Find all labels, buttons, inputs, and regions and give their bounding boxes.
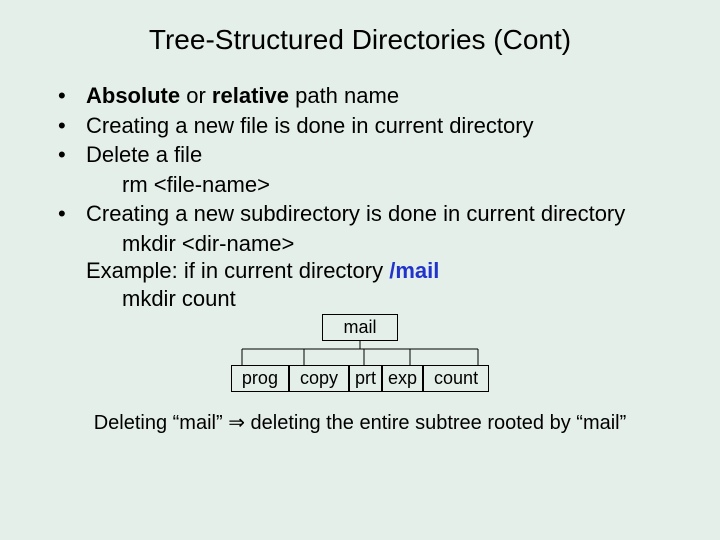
tree-connector: [220, 341, 500, 365]
tree-child-exp: exp: [382, 365, 423, 392]
tree-child-copy: copy: [289, 365, 349, 392]
tree-child-count: count: [423, 365, 489, 392]
example-line: Example: if in current directory /mail: [86, 257, 690, 285]
bullet-text: Absolute or relative path name: [86, 82, 690, 110]
bullet-3: • Delete a file: [58, 141, 690, 169]
example-pre: Example: if in current directory: [86, 258, 389, 283]
bullet-mark: •: [58, 112, 86, 140]
bullet-mark: •: [58, 200, 86, 228]
code-mkdir-count: mkdir count: [122, 285, 690, 313]
bold-absolute: Absolute: [86, 83, 180, 108]
slide-title: Tree-Structured Directories (Cont): [30, 24, 690, 56]
footer-post: deleting the entire subtree rooted by “m…: [245, 412, 626, 434]
bold-relative: relative: [212, 83, 289, 108]
bullet-text: Creating a new subdirectory is done in c…: [86, 200, 690, 228]
tree-child-prt: prt: [349, 365, 382, 392]
tree-root-node: mail: [322, 314, 397, 341]
code-mkdir: mkdir <dir-name>: [122, 230, 690, 258]
text-rest: path name: [289, 83, 399, 108]
bullet-mark: •: [58, 82, 86, 110]
example-path: /mail: [389, 258, 439, 283]
slide: Tree-Structured Directories (Cont) • Abs…: [0, 0, 720, 540]
text-mid: or: [180, 83, 212, 108]
double-arrow-icon: ⇒: [228, 412, 245, 434]
bullet-2: • Creating a new file is done in current…: [58, 112, 690, 140]
bullet-4: • Creating a new subdirectory is done in…: [58, 200, 690, 228]
bullet-text: Delete a file: [86, 141, 690, 169]
bullet-text: Creating a new file is done in current d…: [86, 112, 690, 140]
footer-note: Deleting “mail” ⇒ deleting the entire su…: [30, 410, 690, 435]
tree-children: prog copy prt exp count: [231, 365, 489, 392]
directory-tree: mail prog copy prt exp count: [30, 314, 690, 392]
bullet-1: • Absolute or relative path name: [58, 82, 690, 110]
code-rm: rm <file-name>: [122, 171, 690, 199]
footer-pre: Deleting “mail”: [94, 412, 228, 434]
slide-body: • Absolute or relative path name • Creat…: [58, 82, 690, 312]
bullet-mark: •: [58, 141, 86, 169]
tree-child-prog: prog: [231, 365, 289, 392]
